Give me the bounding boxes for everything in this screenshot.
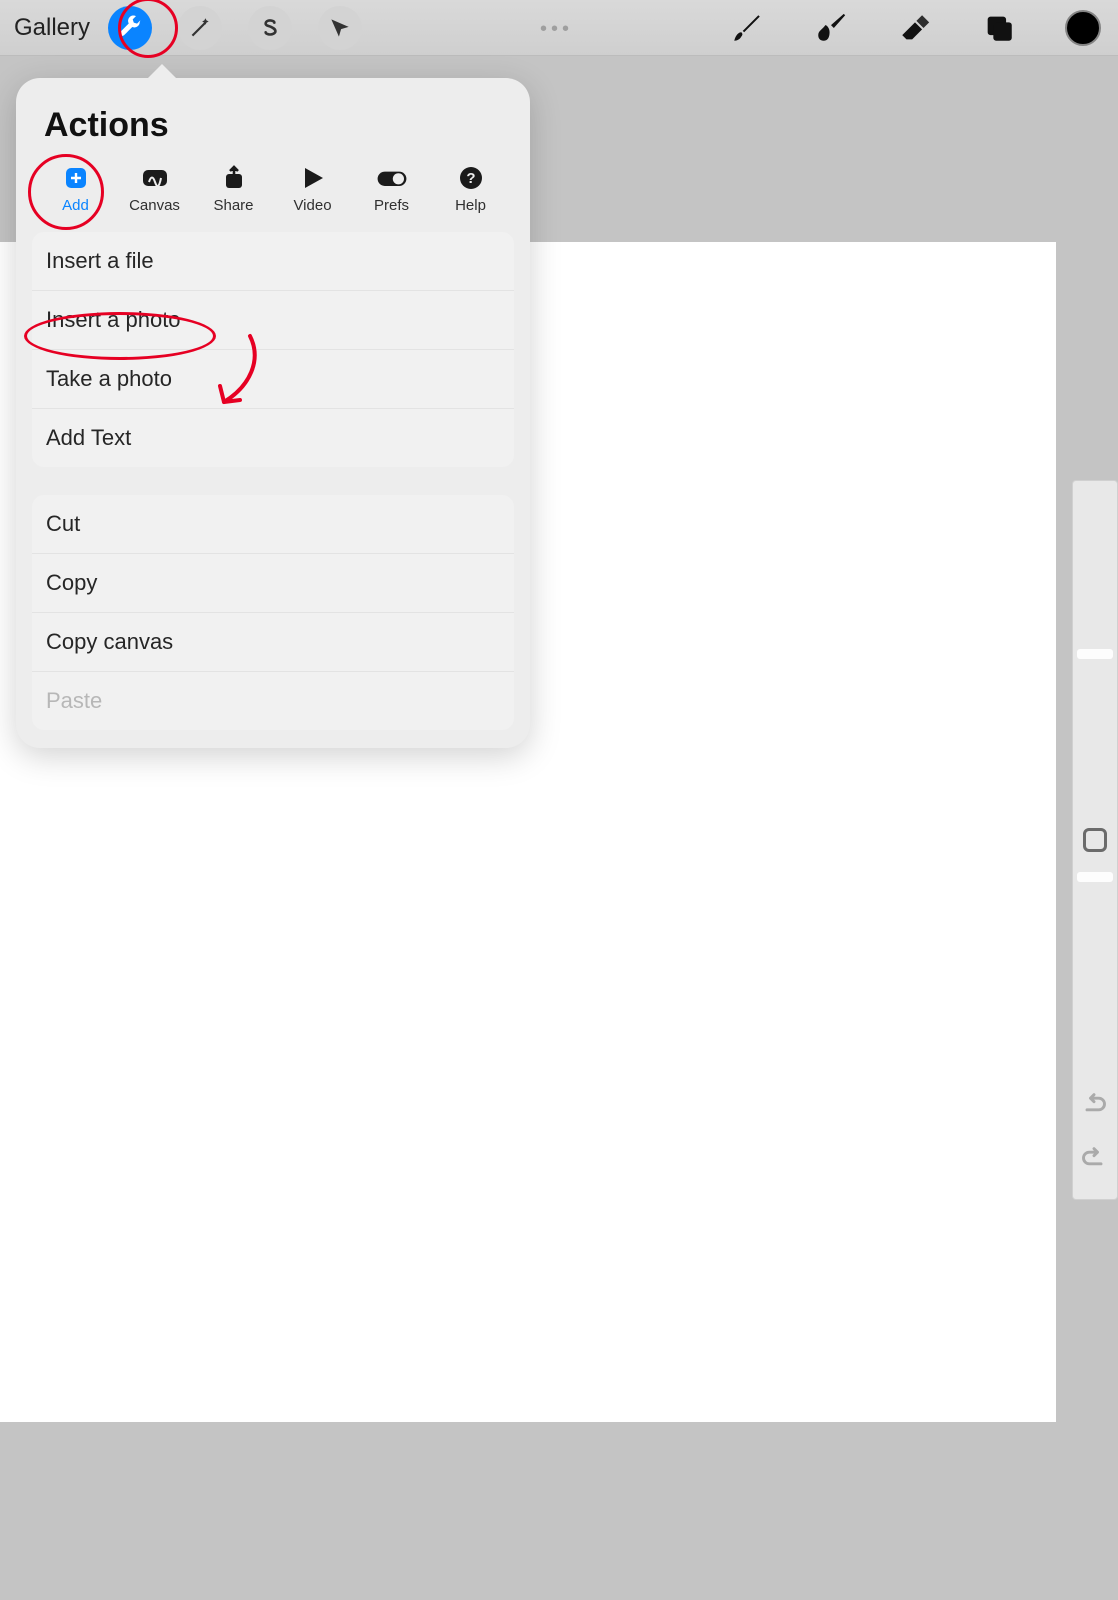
svg-text:?: ? — [466, 170, 475, 187]
add-icon — [60, 165, 92, 191]
menu-cut[interactable]: Cut — [32, 495, 514, 554]
tab-prefs[interactable]: Prefs — [352, 159, 431, 220]
menu-insert-file[interactable]: Insert a file — [32, 232, 514, 291]
tab-video[interactable]: Video — [273, 159, 352, 220]
toggle-icon — [376, 165, 408, 191]
color-well-icon — [1065, 10, 1101, 46]
smudge-button[interactable] — [810, 7, 852, 49]
undo-redo-group — [1080, 1090, 1108, 1172]
popover-tabs: Add Canvas Share Video Prefs — [16, 159, 530, 228]
arrow-cursor-icon — [327, 15, 353, 41]
adjustments-button[interactable] — [178, 6, 222, 50]
menu-paste[interactable]: Paste — [32, 672, 514, 730]
tab-label: Add — [62, 197, 89, 214]
undo-icon[interactable] — [1080, 1090, 1108, 1118]
actions-popover: Actions Add Canvas Share Video — [16, 78, 530, 748]
tab-help[interactable]: ? Help — [431, 159, 510, 220]
tab-label: Video — [293, 197, 331, 214]
menu-group-clipboard: Cut Copy Copy canvas Paste — [16, 491, 530, 734]
eraser-button[interactable] — [894, 7, 936, 49]
canvas-icon — [139, 165, 171, 191]
menu-group-insert: Insert a file Insert a photo Take a phot… — [16, 228, 530, 471]
tab-label: Canvas — [129, 197, 180, 214]
color-button[interactable] — [1062, 7, 1104, 49]
brush-size-thumb[interactable] — [1077, 649, 1113, 659]
play-icon — [297, 165, 329, 191]
s-selection-icon — [257, 15, 283, 41]
modify-ellipsis-icon[interactable]: ••• — [540, 18, 573, 41]
tab-canvas[interactable]: Canvas — [115, 159, 194, 220]
brush-icon — [730, 11, 764, 45]
tab-share[interactable]: Share — [194, 159, 273, 220]
layers-icon — [982, 11, 1016, 45]
opacity-thumb[interactable] — [1077, 872, 1113, 882]
wrench-icon — [117, 15, 143, 41]
tab-label: Help — [455, 197, 486, 214]
layers-button[interactable] — [978, 7, 1020, 49]
smudge-icon — [814, 11, 848, 45]
gallery-button[interactable]: Gallery — [14, 14, 90, 42]
menu-insert-photo[interactable]: Insert a photo — [32, 291, 514, 350]
menu-copy-canvas[interactable]: Copy canvas — [32, 613, 514, 672]
transform-button[interactable] — [318, 6, 362, 50]
tab-label: Share — [213, 197, 253, 214]
help-icon: ? — [455, 165, 487, 191]
eraser-icon — [898, 11, 932, 45]
selection-button[interactable] — [248, 6, 292, 50]
share-icon — [218, 165, 250, 191]
modify-button[interactable] — [1083, 828, 1107, 852]
redo-icon[interactable] — [1080, 1144, 1108, 1172]
menu-copy[interactable]: Copy — [32, 554, 514, 613]
popover-title: Actions — [16, 78, 530, 159]
menu-take-photo[interactable]: Take a photo — [32, 350, 514, 409]
tab-add[interactable]: Add — [36, 159, 115, 220]
wand-icon — [187, 15, 213, 41]
brush-size-slider[interactable] — [1073, 481, 1117, 814]
brush-button[interactable] — [726, 7, 768, 49]
actions-wrench-button[interactable] — [108, 6, 152, 50]
menu-add-text[interactable]: Add Text — [32, 409, 514, 467]
tab-label: Prefs — [374, 197, 409, 214]
